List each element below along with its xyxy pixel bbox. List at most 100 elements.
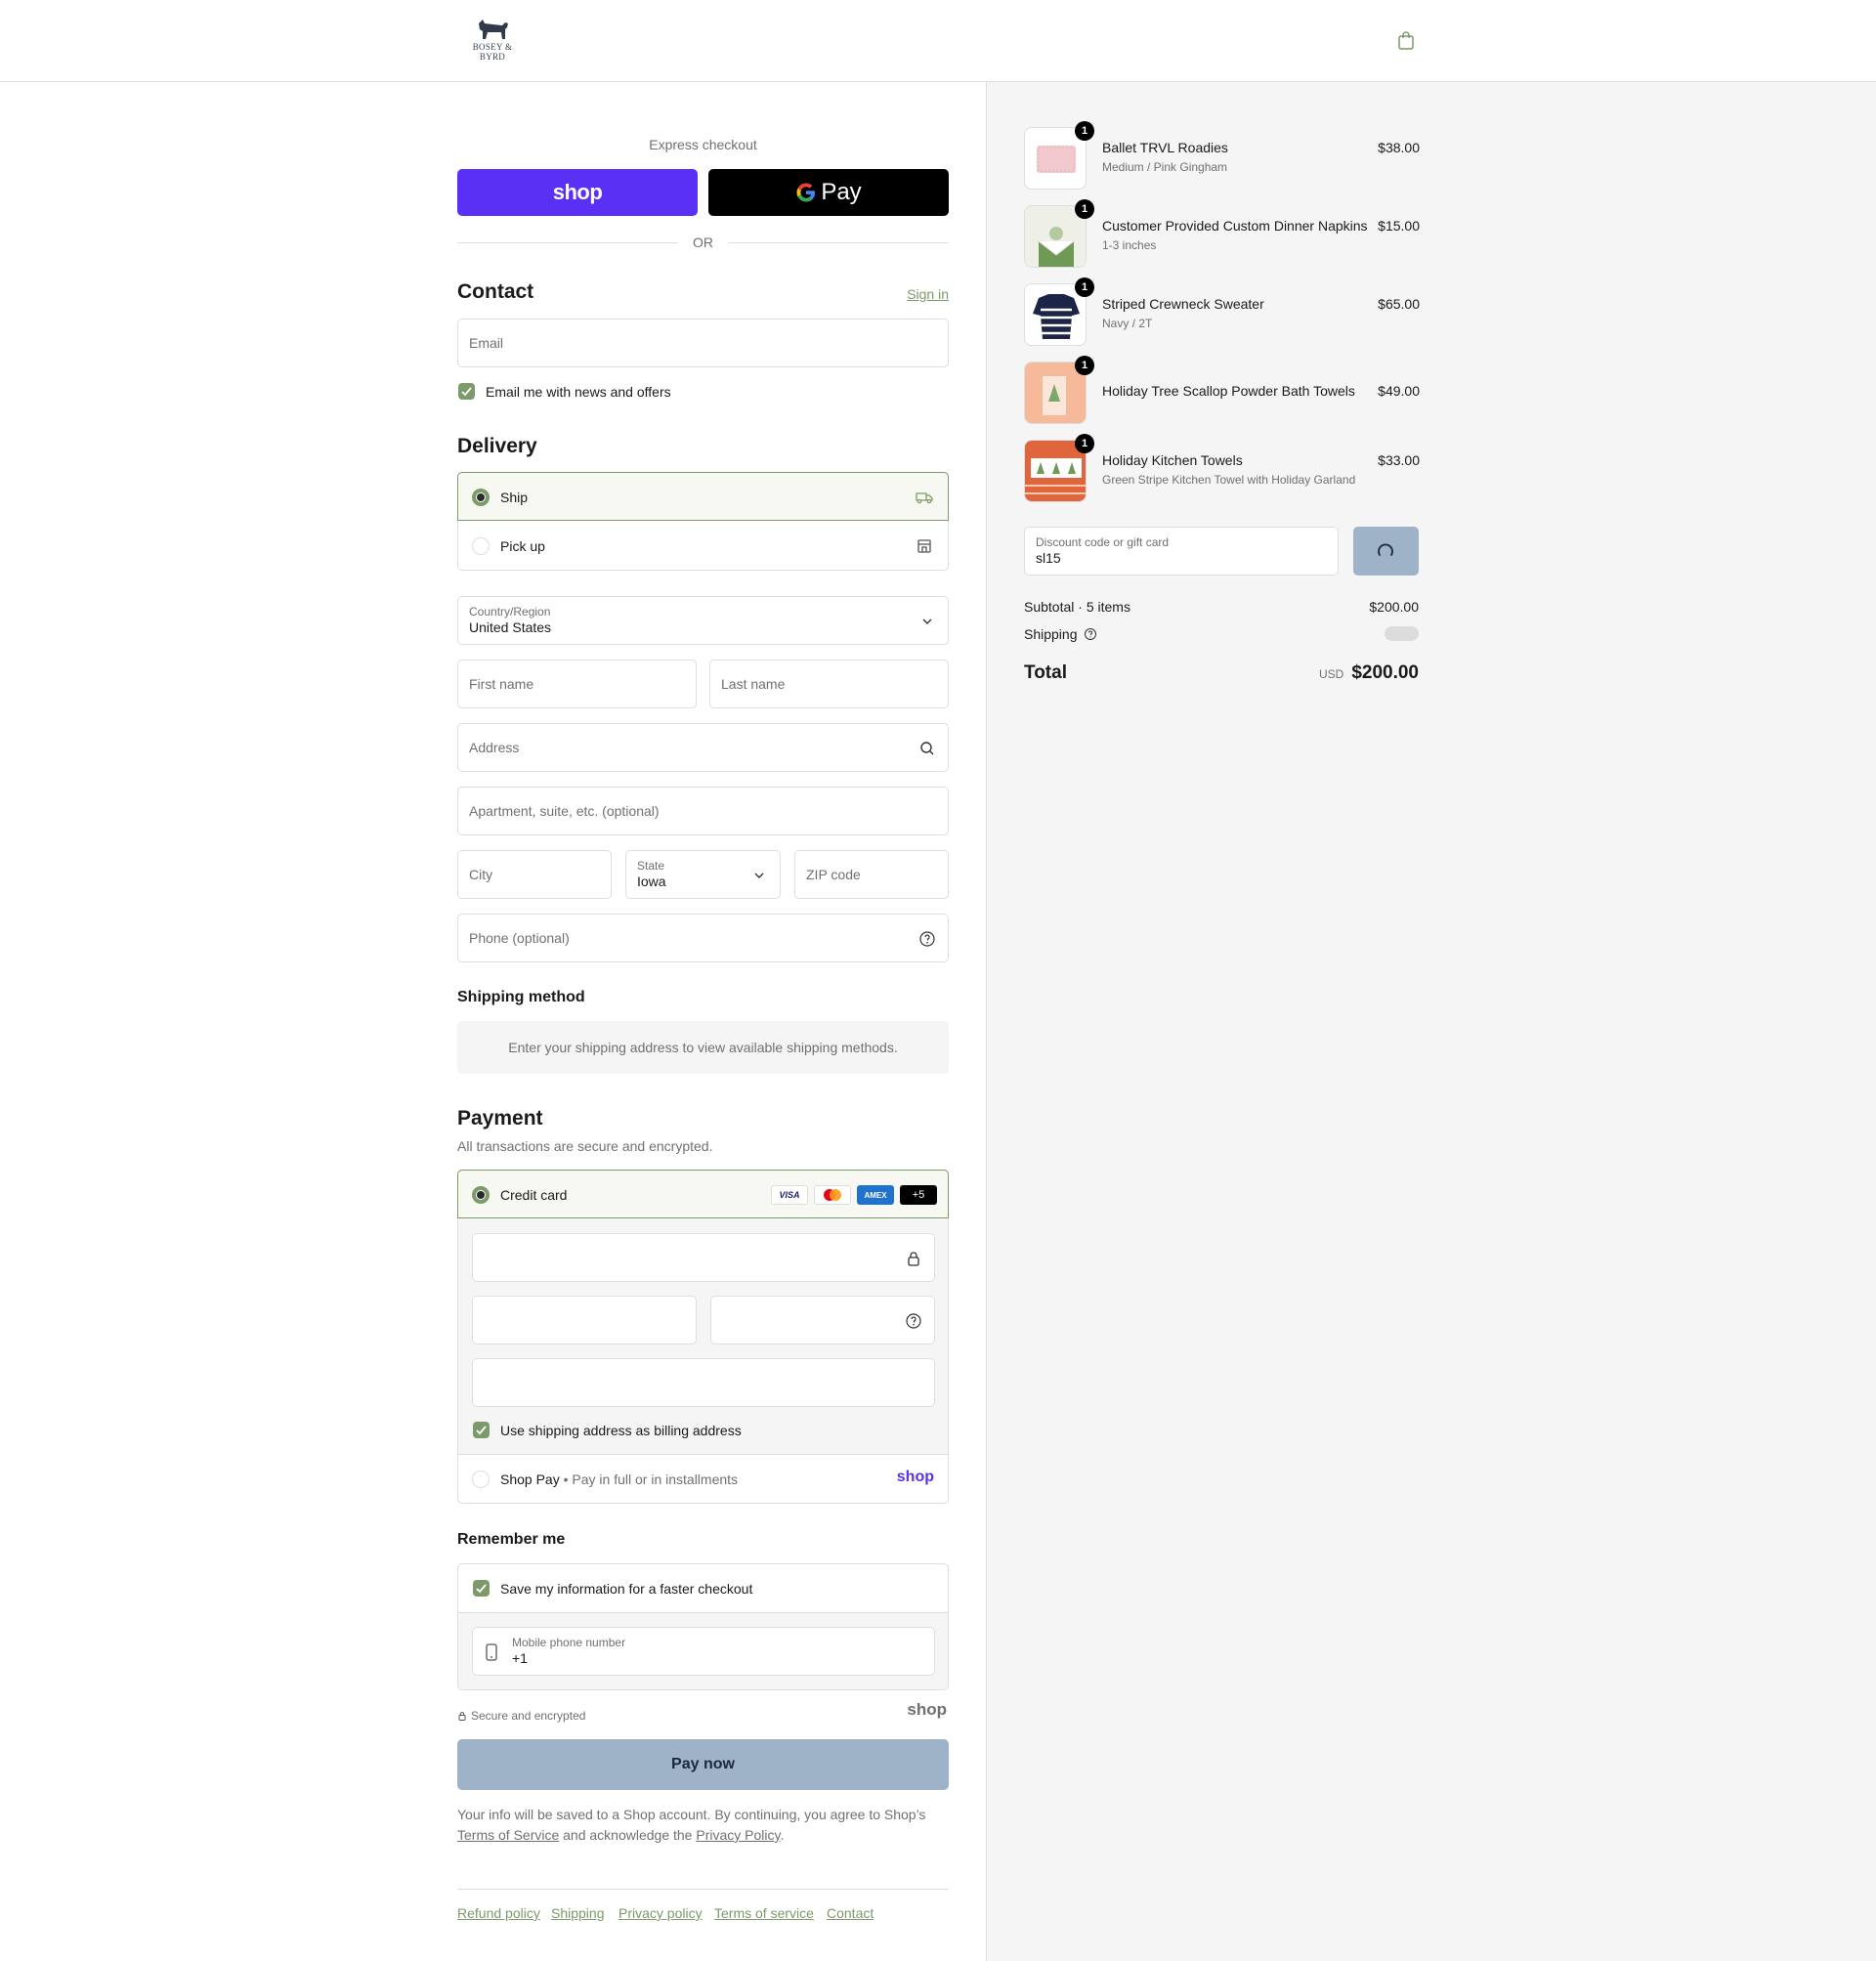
item-price: $33.00: [1378, 452, 1420, 468]
or-label: OR: [457, 234, 949, 250]
lock-icon: [458, 1712, 466, 1721]
line-item: 1 Striped Crewneck Sweater Navy / 2T $65…: [1024, 277, 1420, 346]
apartment-placeholder: Apartment, suite, etc. (optional): [469, 803, 660, 819]
save-info-row: Save my information for a faster checkou…: [458, 1564, 948, 1613]
pay-now-button[interactable]: Pay now: [457, 1739, 949, 1790]
state-select[interactable]: State Iowa: [625, 850, 781, 899]
item-name: Holiday Tree Scallop Powder Bath Towels: [1102, 383, 1355, 399]
delivery-option-pickup[interactable]: Pick up: [458, 522, 948, 571]
shipping-row: Shipping: [1024, 626, 1097, 642]
google-g-icon: [796, 183, 816, 202]
card-number-field[interactable]: [472, 1233, 935, 1282]
store-icon: [915, 536, 934, 556]
city-field[interactable]: City: [457, 850, 612, 899]
terms-of-service-footer-link[interactable]: Terms of service: [714, 1905, 814, 1921]
help-circle-icon[interactable]: [905, 1312, 922, 1330]
google-pay-label: Pay: [821, 179, 862, 205]
privacy-policy-footer-link[interactable]: Privacy policy: [618, 1905, 703, 1921]
cart-bag-icon[interactable]: [1395, 29, 1417, 51]
shop-pay-radio[interactable]: [472, 1471, 490, 1488]
payment-options: Credit card VISA AMEX +5 Use shipping ad…: [457, 1170, 949, 1504]
help-circle-icon[interactable]: [918, 930, 936, 948]
phone-field[interactable]: Phone (optional): [457, 914, 949, 962]
save-info-label: Save my information for a faster checkou…: [500, 1581, 753, 1597]
credit-card-label: Credit card: [500, 1187, 568, 1203]
address-placeholder: Address: [469, 740, 520, 755]
shop-pay-express-button[interactable]: shop: [457, 169, 698, 216]
currency-code: USD: [1318, 667, 1344, 681]
amex-icon: AMEX: [857, 1185, 894, 1205]
shipping-value-placeholder: [1385, 626, 1419, 641]
chevron-down-icon: [750, 867, 768, 884]
ship-radio[interactable]: [472, 489, 490, 506]
item-price: $65.00: [1378, 296, 1420, 312]
address-field[interactable]: Address: [457, 723, 949, 772]
first-name-field[interactable]: First name: [457, 660, 697, 708]
delivery-title: Delivery: [457, 435, 537, 457]
quantity-badge: 1: [1075, 356, 1094, 375]
search-icon: [918, 740, 936, 757]
last-name-placeholder: Last name: [721, 676, 786, 692]
discount-code-value: sl15: [1036, 550, 1061, 566]
payment-option-credit-card[interactable]: Credit card VISA AMEX +5: [457, 1170, 949, 1218]
apply-discount-button[interactable]: [1353, 527, 1419, 576]
quantity-badge: 1: [1075, 434, 1094, 453]
contact-link[interactable]: Contact: [827, 1905, 874, 1921]
payment-subtitle: All transactions are secure and encrypte…: [457, 1138, 713, 1154]
quantity-badge: 1: [1075, 121, 1094, 141]
help-circle-icon[interactable]: [1084, 627, 1097, 641]
first-name-placeholder: First name: [469, 676, 534, 692]
state-value: Iowa: [637, 874, 666, 889]
payment-option-shop-pay[interactable]: Shop Pay • Pay in full or in installment…: [458, 1454, 948, 1503]
email-field[interactable]: Email: [457, 319, 949, 367]
item-variant: Navy / 2T: [1102, 317, 1153, 330]
delivery-options: Ship Pick up: [457, 472, 949, 571]
google-pay-button[interactable]: Pay: [708, 169, 949, 216]
mobile-phone-icon: [485, 1643, 498, 1664]
mobile-phone-field[interactable]: Mobile phone number +1: [472, 1627, 935, 1676]
item-name: Ballet TRVL Roadies: [1102, 140, 1228, 155]
remember-me-title: Remember me: [457, 1531, 566, 1548]
save-info-checkbox[interactable]: [473, 1580, 490, 1597]
quantity-badge: 1: [1075, 277, 1094, 297]
city-placeholder: City: [469, 867, 493, 882]
sign-in-link[interactable]: Sign in: [907, 286, 949, 302]
subtotal-label: Subtotal · 5 items: [1024, 599, 1130, 615]
pickup-radio[interactable]: [472, 537, 490, 555]
expiration-field[interactable]: [472, 1296, 697, 1344]
name-on-card-field[interactable]: [472, 1358, 935, 1407]
store-logo[interactable]: BOSEY & BYRD: [459, 18, 526, 62]
terms-of-service-link[interactable]: Terms of Service: [457, 1827, 559, 1843]
delivery-option-ship[interactable]: Ship: [457, 472, 949, 521]
apartment-field[interactable]: Apartment, suite, etc. (optional): [457, 787, 949, 835]
refund-policy-link[interactable]: Refund policy: [457, 1905, 540, 1921]
discount-code-field[interactable]: Discount code or gift card sl15: [1024, 527, 1339, 576]
news-checkbox-label: Email me with news and offers: [486, 384, 671, 400]
shop-pay-logo: shop: [552, 180, 603, 204]
shop-pay-logo: shop: [896, 1469, 934, 1485]
country-select[interactable]: Country/Region United States: [457, 596, 949, 645]
discount-code-label: Discount code or gift card: [1036, 535, 1170, 549]
shipping-method-title: Shipping method: [457, 989, 585, 1005]
chevron-down-icon: [918, 613, 936, 630]
email-placeholder: Email: [469, 335, 504, 351]
item-variant: Green Stripe Kitchen Towel with Holiday …: [1102, 473, 1356, 487]
last-name-field[interactable]: Last name: [709, 660, 949, 708]
zip-field[interactable]: ZIP code: [794, 850, 949, 899]
legal-text: Your info will be saved to a Shop accoun…: [457, 1807, 926, 1843]
contact-title: Contact: [457, 280, 534, 303]
ship-label: Ship: [500, 490, 529, 505]
shipping-policy-link[interactable]: Shipping: [551, 1905, 605, 1921]
shop-pay-label: Shop Pay • Pay in full or in installment…: [500, 1471, 739, 1487]
item-name: Customer Provided Custom Dinner Napkins: [1102, 218, 1368, 234]
item-price: $38.00: [1378, 140, 1420, 155]
lock-icon: [905, 1250, 922, 1267]
privacy-policy-link[interactable]: Privacy Policy: [696, 1827, 780, 1843]
billing-checkbox[interactable]: [473, 1422, 490, 1438]
security-code-field[interactable]: [710, 1296, 935, 1344]
credit-card-radio[interactable]: [472, 1186, 490, 1204]
news-checkbox[interactable]: [458, 383, 475, 400]
mastercard-icon: [814, 1185, 851, 1205]
country-label: Country/Region: [469, 605, 551, 618]
express-checkout-title: Express checkout: [649, 137, 757, 152]
